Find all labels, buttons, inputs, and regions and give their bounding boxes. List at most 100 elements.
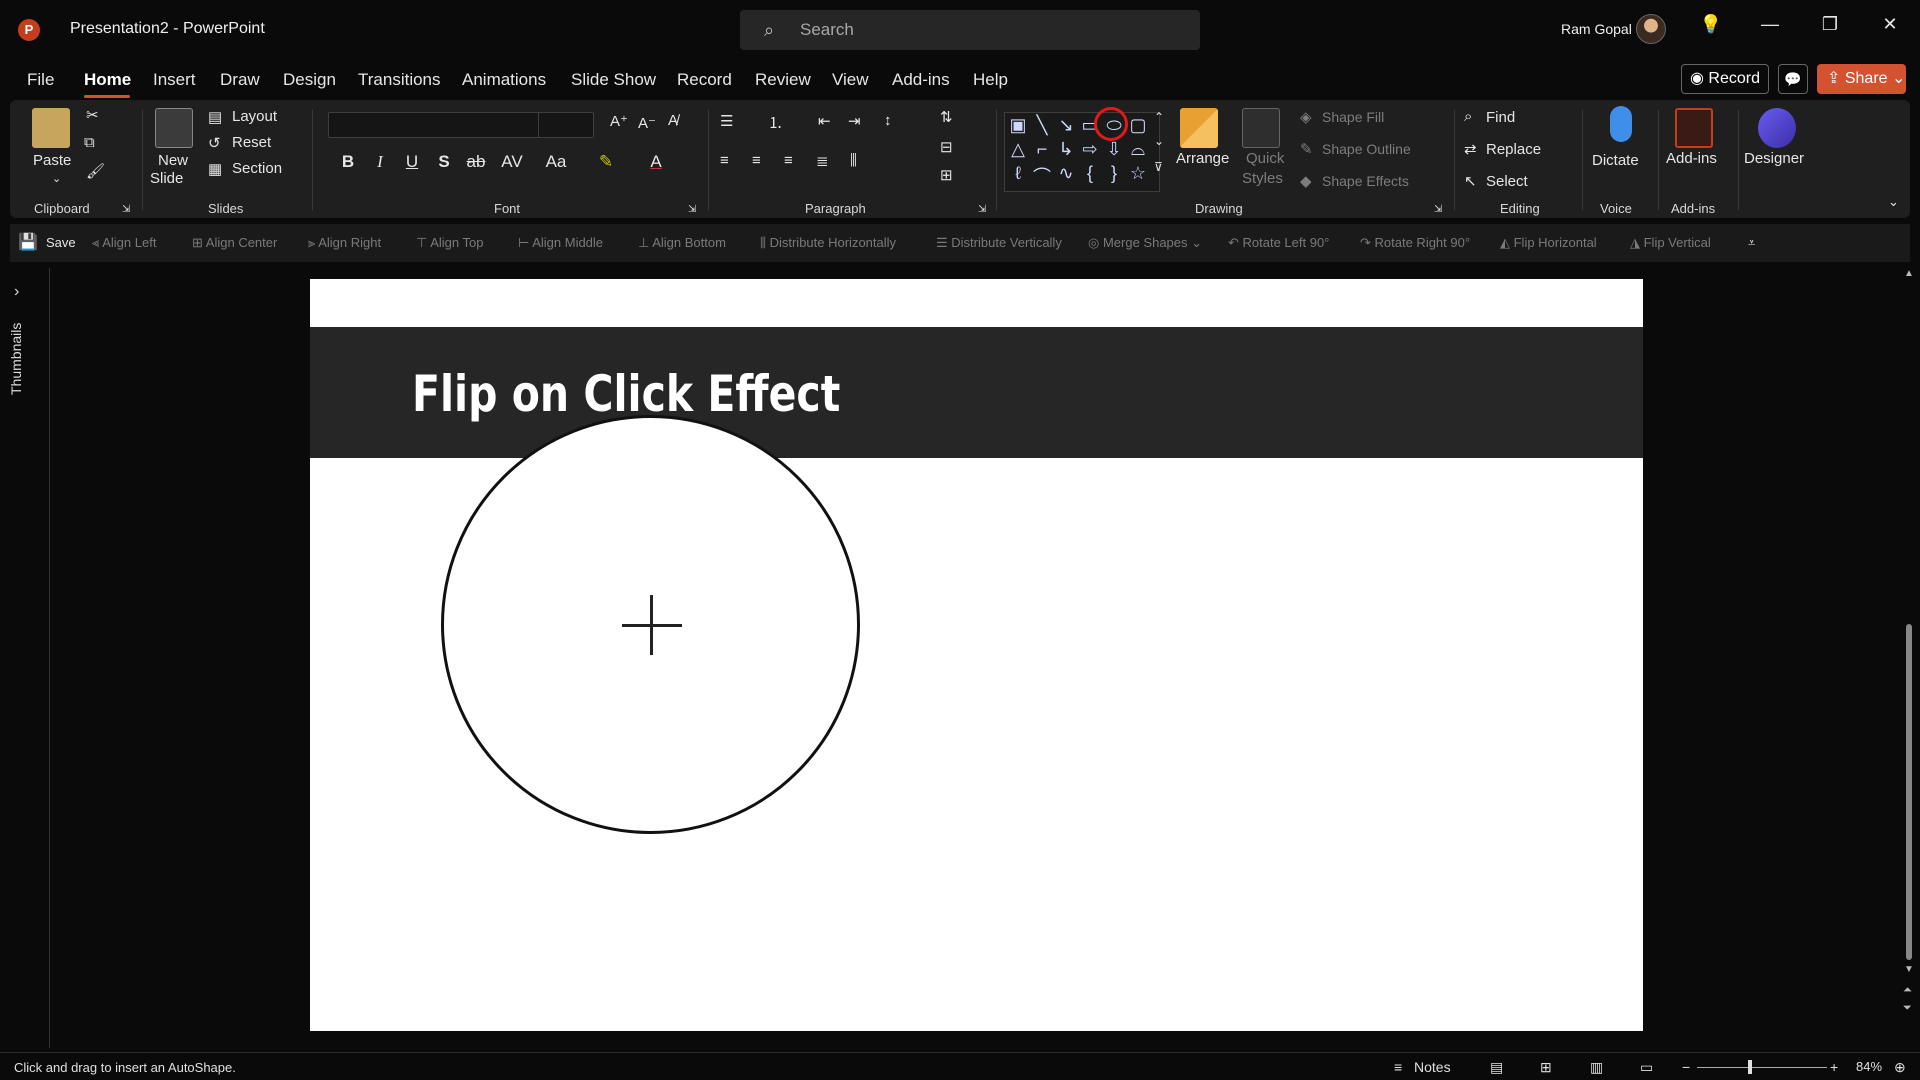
paste-icon[interactable] [32,108,70,148]
qat-align-left[interactable]: ⫷ Align Left [92,235,156,251]
slide-title[interactable]: Flip on Click Effect [412,365,840,423]
minimize-icon[interactable]: — [1755,14,1785,35]
qat-align-middle[interactable]: ⊢ Align Middle [518,235,603,251]
select-button[interactable]: Select [1486,173,1528,190]
underline-icon[interactable]: U [400,152,424,172]
scrollbar-thumb[interactable] [1906,624,1912,960]
avatar[interactable] [1636,14,1666,44]
down-arrow-shape-icon[interactable]: ⇩ [1103,139,1125,160]
shape-effects-icon[interactable]: ◆ [1300,172,1312,190]
fit-slide-icon[interactable]: ⊕ [1894,1059,1906,1076]
tab-view[interactable]: View [832,70,869,90]
user-name[interactable]: Ram Gopal [1561,21,1632,37]
text-box-shape-icon[interactable]: ▣ [1007,115,1029,136]
rounded-rectangle-shape-icon[interactable]: ▢ [1127,115,1149,136]
numbering-icon[interactable]: ⒈ [768,112,783,133]
zoom-slider-thumb[interactable] [1748,1060,1752,1074]
designer-button[interactable]: Designer [1744,150,1804,167]
qat-save[interactable]: Save [46,235,76,250]
close-icon[interactable]: ✕ [1875,14,1905,35]
increase-indent-icon[interactable]: ⇥ [848,112,861,130]
dialog-launcher-icon[interactable]: ⇲ [1434,204,1442,215]
tab-slide-show[interactable]: Slide Show [571,70,656,90]
strikethrough-icon[interactable]: ab [464,152,488,172]
shape-outline-button[interactable]: Shape Outline [1322,141,1411,157]
new-slide-button[interactable]: New [158,152,188,169]
reset-icon[interactable]: ↺ [208,134,221,152]
flowchart-shape-icon[interactable]: ⌓ [1127,139,1149,160]
align-left-icon[interactable]: ≡ [720,152,729,169]
justify-icon[interactable]: ≣ [816,152,829,170]
qat-distribute-horizontally[interactable]: ⫼ Distribute Horizontally [760,235,896,251]
tab-review[interactable]: Review [755,70,811,90]
tab-transitions[interactable]: Transitions [358,70,441,90]
section-button[interactable]: Section [232,160,282,177]
line-spacing-icon[interactable]: ↕ [884,112,892,129]
gallery-more-icon[interactable]: ⊽ [1154,160,1163,174]
left-brace-shape-icon[interactable]: { [1079,163,1101,184]
format-painter-icon[interactable]: 🖌 [86,162,105,180]
expand-thumbnails-icon[interactable]: › [14,283,19,301]
line-shape-icon[interactable]: ╲ [1031,115,1053,136]
new-slide-icon[interactable] [155,108,193,148]
qat-merge-shapes[interactable]: ◎ Merge Shapes ⌄ [1088,235,1202,251]
ribbon-collapse-icon[interactable]: ⌄ [1888,194,1899,210]
qat-align-top[interactable]: ⊤ Align Top [416,235,483,251]
star-shape-icon[interactable]: ☆ [1127,163,1149,184]
lightbulb-icon[interactable]: 💡 [1696,14,1726,35]
search-input[interactable]: ⌕ Search [740,10,1200,50]
dialog-launcher-icon[interactable]: ⇲ [122,204,130,215]
smartart-icon[interactable]: ⊞ [940,166,953,184]
tab-record[interactable]: Record [677,70,732,90]
text-shadow-icon[interactable]: S [432,152,456,172]
replace-button[interactable]: Replace [1486,141,1541,158]
notes-icon[interactable]: ≡ [1394,1059,1402,1075]
shape-fill-icon[interactable]: ◈ [1300,108,1312,126]
clear-formatting-icon[interactable]: A̸ [668,112,678,129]
align-center-icon[interactable]: ≡ [752,152,761,169]
cut-icon[interactable]: ✂ [86,106,99,124]
freeform-shape-icon[interactable]: ℓ [1007,163,1029,184]
slide-canvas[interactable]: Flip on Click Effect [310,279,1643,1031]
increase-font-size-icon[interactable]: A⁺ [610,112,628,130]
connector-shape-icon[interactable]: ⌐ [1031,139,1053,160]
align-right-icon[interactable]: ≡ [784,152,793,169]
arrow-line-shape-icon[interactable]: ↘ [1055,115,1077,136]
font-name-input[interactable] [328,112,540,138]
tab-file[interactable]: File [27,70,54,90]
qat-align-bottom[interactable]: ⊥ Align Bottom [638,235,726,251]
thumbnails-label[interactable]: Thumbnails [8,323,24,395]
gallery-scroll-down-icon[interactable]: ⌄ [1154,134,1164,148]
restore-icon[interactable]: ❐ [1815,14,1845,35]
tab-design[interactable]: Design [283,70,336,90]
tab-help[interactable]: Help [973,70,1008,90]
align-text-icon[interactable]: ⊟ [940,138,953,156]
reset-button[interactable]: Reset [232,134,271,151]
save-icon[interactable]: 💾 [18,232,38,252]
italic-icon[interactable]: I [368,152,392,172]
qat-customize-icon[interactable]: ⩡ [1748,235,1755,251]
elbow-arrow-shape-icon[interactable]: ↳ [1055,139,1077,160]
next-slide-icon[interactable]: ⏷ [1903,1002,1912,1015]
chevron-down-icon[interactable]: ⌄ [52,172,61,185]
shapes-gallery[interactable]: ▣ ╲ ↘ ▭ ⬭ ▢ △ ⌐ ↳ ⇨ ⇩ ⌓ ℓ ⌒ ∿ { } ☆ [1004,112,1160,192]
qat-flip-horizontal[interactable]: ◭ Flip Horizontal [1500,235,1597,251]
share-button[interactable]: ⇪ Share ⌄ [1817,64,1906,94]
shape-effects-button[interactable]: Shape Effects [1322,173,1409,189]
layout-button[interactable]: Layout [232,108,277,125]
right-brace-shape-icon[interactable]: } [1103,163,1125,184]
scroll-down-icon[interactable]: ▼ [1904,964,1914,975]
replace-icon[interactable]: ⇄ [1464,140,1477,158]
columns-icon[interactable]: ⫼ [850,152,857,169]
right-arrow-shape-icon[interactable]: ⇨ [1079,139,1101,160]
qat-flip-vertical[interactable]: ◮ Flip Vertical [1630,235,1711,251]
zoom-level[interactable]: 84% [1856,1059,1882,1074]
text-direction-icon[interactable]: ⇅ [940,108,953,126]
gallery-scroll-up-icon[interactable]: ⌃ [1154,110,1164,124]
paste-button[interactable]: Paste [33,152,71,169]
qat-align-center[interactable]: ⊞ Align Center [192,235,277,251]
tab-home[interactable]: Home [84,70,131,90]
qat-rotate-left[interactable]: ↶ Rotate Left 90° [1228,235,1329,251]
bullets-icon[interactable]: ☰ [720,112,733,130]
highlight-color-icon[interactable]: ✎ [594,152,618,172]
